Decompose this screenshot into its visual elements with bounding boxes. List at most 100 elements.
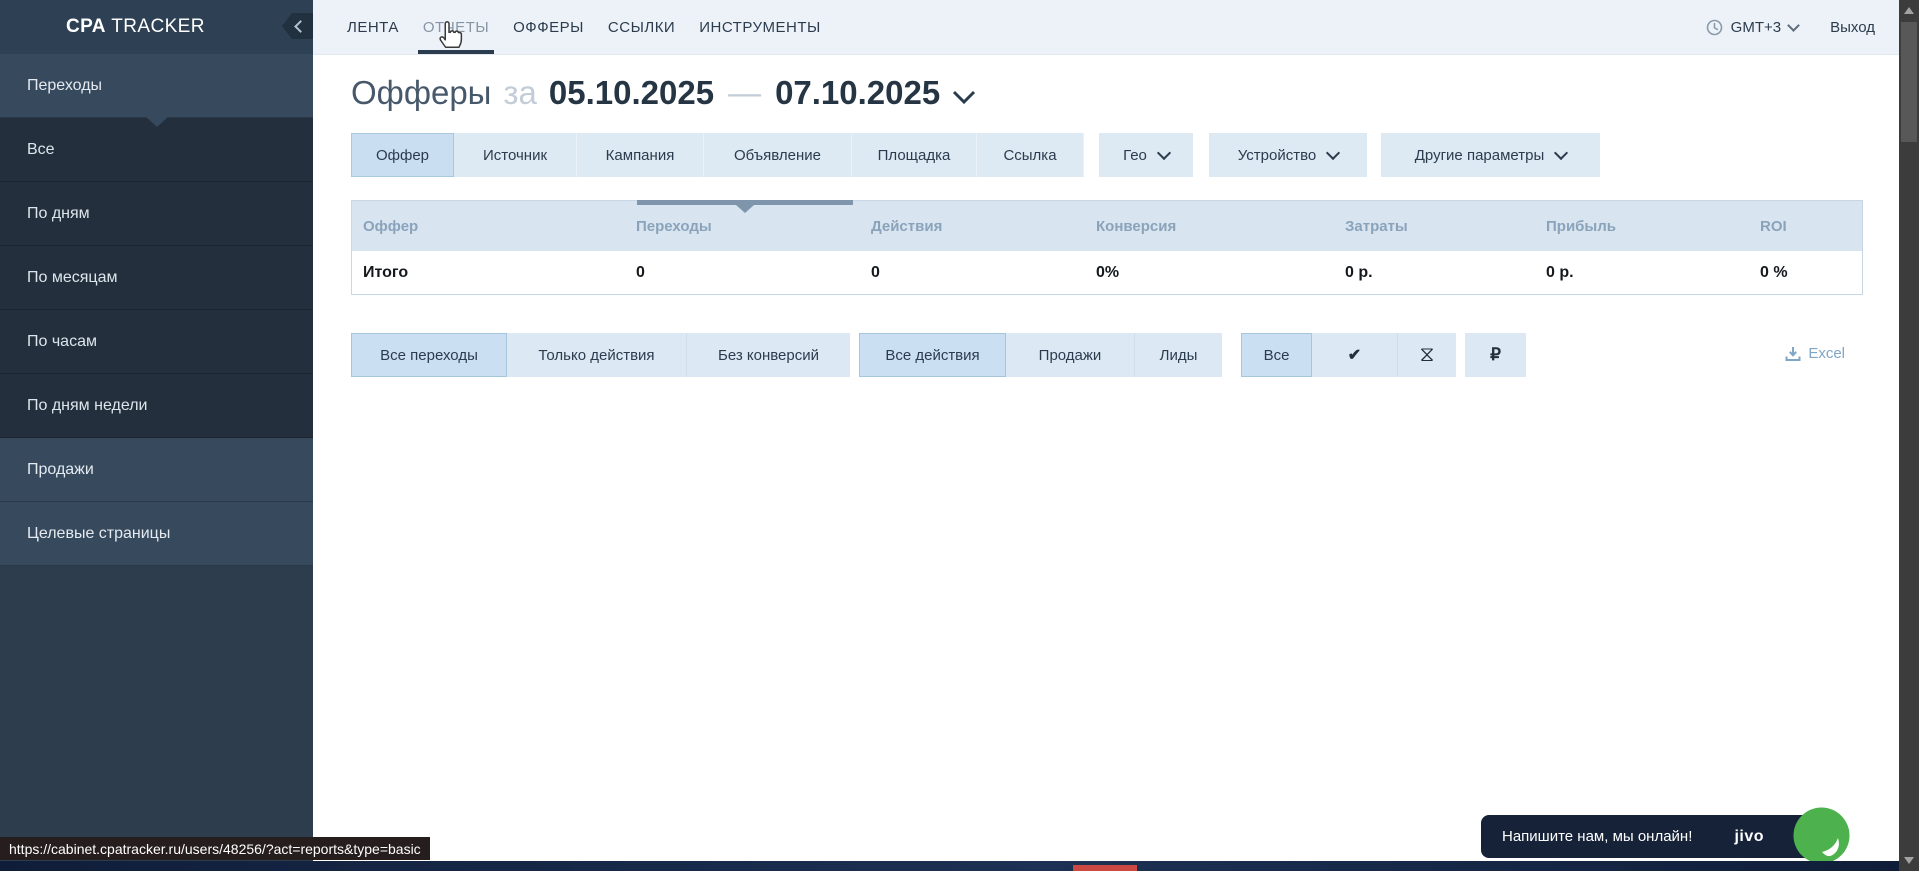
sidebar-item-perekhody[interactable]: Переходы [0, 54, 313, 118]
sidebar-item-label: Переходы [27, 77, 102, 95]
chat-widget[interactable]: Напишите нам, мы онлайн! jivo [1481, 815, 1828, 858]
check-icon: ✔ [1348, 345, 1361, 365]
sidebar-item-vse[interactable]: Все [0, 118, 313, 182]
filter-tolko-deystviya[interactable]: Только действия [507, 333, 687, 377]
nav-item-instrumenty[interactable]: ИНСТРУМЕНТЫ [687, 0, 833, 54]
dropdown-drugie-parametry[interactable]: Другие параметры [1381, 133, 1600, 177]
sidebar-item-label: По часам [27, 333, 97, 351]
nav-item-lenta[interactable]: ЛЕНТА [335, 0, 411, 54]
column-header-pribyl[interactable]: Прибыль [1535, 218, 1749, 235]
excel-export-link[interactable]: Excel [1785, 345, 1845, 362]
filter-status-vse[interactable]: Все [1241, 333, 1312, 377]
filter-group-transitions: Все переходы Только действия Без конверс… [351, 333, 850, 377]
sidebar-item-po-mesyatsam[interactable]: По месяцам [0, 246, 313, 310]
tab-istochnik[interactable]: Источник [454, 133, 577, 177]
filter-status-pending[interactable]: ⧖ [1398, 333, 1456, 377]
scroll-up-arrow-icon[interactable] [1904, 7, 1914, 14]
main-content: Офферы за 05.10.2025 — 07.10.2025 Оффер … [313, 54, 1899, 871]
dropdown-label: Гео [1123, 147, 1147, 164]
filter-label: Все переходы [380, 347, 478, 364]
tab-offer[interactable]: Оффер [351, 133, 454, 177]
filter-prodazhi[interactable]: Продажи [1006, 333, 1135, 377]
filter-label: Лиды [1160, 347, 1198, 364]
dropdown-geo[interactable]: Гео [1099, 133, 1193, 177]
nav-item-ssylki[interactable]: ССЫЛКИ [596, 0, 687, 54]
sidebar-item-po-chasam[interactable]: По часам [0, 310, 313, 374]
sidebar-collapse-button[interactable] [282, 13, 313, 39]
tab-ploshchadka[interactable]: Площадка [852, 133, 977, 177]
column-header-deystviya[interactable]: Действия [860, 218, 1085, 235]
filter-label: Все действия [885, 347, 979, 364]
nav-label: ИНСТРУМЕНТЫ [699, 19, 821, 36]
column-header-roi[interactable]: ROI [1749, 218, 1862, 235]
dimension-tabs: Оффер Источник Кампания Объявление Площа… [351, 133, 1600, 177]
page-title: Офферы [351, 74, 491, 112]
tab-label: Кампания [606, 147, 675, 164]
timezone-selector[interactable]: GMT+3 [1706, 19, 1798, 36]
tab-label: Ссылка [1003, 147, 1056, 164]
sidebar-item-label: По дням недели [27, 397, 147, 415]
scroll-down-arrow-icon[interactable] [1904, 857, 1914, 864]
logo-bar: CPA TRACKER [0, 0, 313, 54]
sidebar-item-label: Целевые страницы [27, 525, 170, 543]
filter-group-actions: Все действия Продажи Лиды [859, 333, 1222, 377]
sidebar-item-tselevye-stranitsy[interactable]: Целевые страницы [0, 502, 313, 566]
tab-label: Объявление [734, 147, 821, 164]
logo-bold: CPA [66, 16, 106, 37]
timezone-label: GMT+3 [1731, 19, 1781, 36]
chevron-down-icon [1157, 145, 1171, 159]
status-bar-url: https://cabinet.cpatracker.ru/users/4825… [0, 837, 430, 860]
jivo-logo: jivo [1734, 828, 1764, 846]
main-nav: ЛЕНТА ОТЧЕТЫ ОФФЕРЫ ССЫЛКИ ИНСТРУМЕНТЫ [335, 0, 833, 54]
sort-indicator-triangle-icon [736, 205, 754, 213]
nav-item-otchety[interactable]: ОТЧЕТЫ [411, 0, 501, 54]
dropdown-label: Устройство [1238, 147, 1316, 164]
tab-obyavlenie[interactable]: Объявление [704, 133, 852, 177]
tab-ssylka[interactable]: Ссылка [977, 133, 1084, 177]
app-logo[interactable]: CPA TRACKER [66, 16, 205, 38]
logout-link[interactable]: Выход [1830, 19, 1875, 36]
date-from[interactable]: 05.10.2025 [549, 74, 714, 112]
dropdown-label: Другие параметры [1415, 147, 1545, 164]
chevron-left-icon [294, 20, 307, 33]
taskbar-edge [0, 861, 1899, 871]
report-table: Оффер Переходы Действия Конверсия Затрат… [351, 200, 1863, 295]
filter-vse-perekhody[interactable]: Все переходы [351, 333, 507, 377]
date-to[interactable]: 07.10.2025 [775, 74, 940, 112]
filter-label: Продажи [1039, 347, 1102, 364]
filter-group-currency: ₽ [1465, 333, 1526, 377]
sidebar-item-po-dnyam-nedeli[interactable]: По дням недели [0, 374, 313, 438]
tab-kampaniya[interactable]: Кампания [577, 133, 704, 177]
vertical-scrollbar[interactable] [1899, 0, 1919, 871]
tab-label: Источник [483, 147, 547, 164]
dropdown-ustroystvo[interactable]: Устройство [1209, 133, 1367, 177]
filter-lidy[interactable]: Лиды [1135, 333, 1222, 377]
excel-label: Excel [1808, 345, 1845, 362]
chevron-down-icon [1787, 19, 1800, 32]
taskbar-red-fragment [1073, 865, 1137, 871]
title-preposition: за [503, 74, 536, 112]
column-header-konversiya[interactable]: Конверсия [1085, 218, 1334, 235]
nav-label: ОФФЕРЫ [513, 19, 584, 36]
date-range-chevron-icon[interactable] [952, 90, 976, 104]
clock-icon [1706, 19, 1723, 36]
filter-currency-rub[interactable]: ₽ [1465, 333, 1526, 377]
column-header-zatraty[interactable]: Затраты [1334, 218, 1535, 235]
sidebar-item-po-dnyam[interactable]: По дням [0, 182, 313, 246]
filter-vse-deystviya[interactable]: Все действия [859, 333, 1006, 377]
filter-status-approved[interactable]: ✔ [1312, 333, 1398, 377]
topbar-right: GMT+3 Выход [1706, 0, 1875, 54]
sidebar-item-label: Продажи [27, 461, 94, 479]
sidebar-item-prodazhi[interactable]: Продажи [0, 438, 313, 502]
nav-label: ЛЕНТА [347, 19, 399, 36]
filter-label: Только действия [538, 347, 654, 364]
nav-item-offery[interactable]: ОФФЕРЫ [501, 0, 596, 54]
chevron-down-icon [1326, 145, 1340, 159]
scrollbar-thumb[interactable] [1901, 22, 1917, 142]
filter-bez-konversiy[interactable]: Без конверсий [687, 333, 850, 377]
ruble-icon: ₽ [1490, 345, 1501, 365]
column-header-perekhody[interactable]: Переходы [625, 218, 860, 235]
totals-conversion: 0% [1085, 264, 1334, 282]
column-header-offer[interactable]: Оффер [352, 218, 625, 235]
filter-group-status: Все ✔ ⧖ [1241, 333, 1456, 377]
